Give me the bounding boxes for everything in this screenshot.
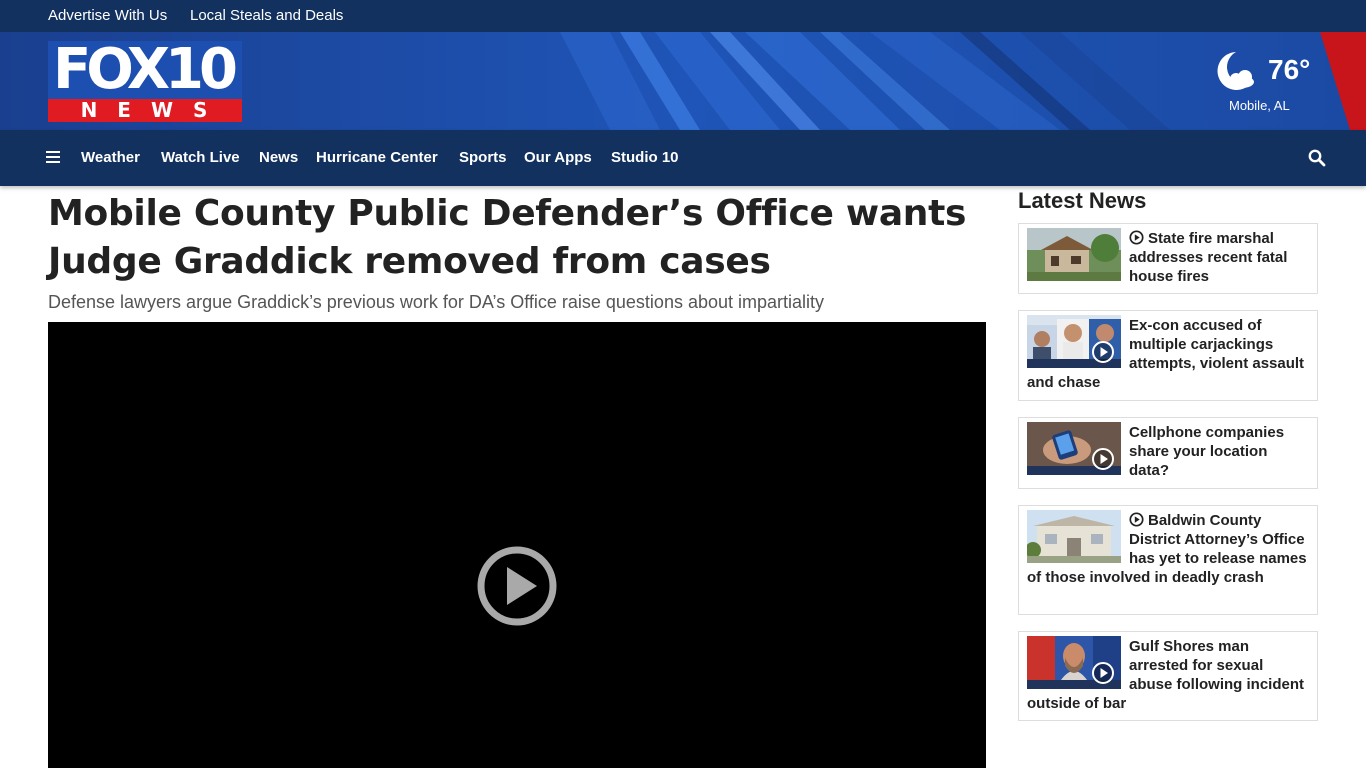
nav-our-apps[interactable]: Our Apps (524, 149, 592, 166)
hamburger-menu-icon[interactable] (46, 151, 60, 165)
nav-news[interactable]: News (259, 149, 298, 166)
logo-news-block: NEWS (48, 99, 242, 122)
utility-bar: Advertise With Us Local Steals and Deals (0, 0, 1366, 32)
news-card[interactable]: Baldwin County District Attorney’s Offic… (1018, 505, 1318, 615)
video-play-icon (1092, 341, 1114, 363)
main-nav: Weather Watch Live News Hurricane Center… (0, 130, 1366, 186)
weather-location: Mobile, AL (1229, 98, 1290, 113)
news-card[interactable]: Ex-con accused of multiple carjackings a… (1018, 310, 1318, 401)
news-thumbnail (1027, 228, 1121, 281)
video-play-icon (1092, 448, 1114, 470)
article-headline: Mobile County Public Defender’s Office w… (48, 193, 967, 282)
news-card[interactable]: Gulf Shores man arrested for sexual abus… (1018, 631, 1318, 721)
article-subhead: Defense lawyers argue Graddick’s previou… (48, 292, 825, 312)
news-thumbnail (1027, 315, 1121, 368)
fox10-logo[interactable]: FOX10 NEWS (48, 41, 242, 122)
play-circle-icon (1129, 230, 1144, 245)
nav-sports[interactable]: Sports (459, 149, 507, 166)
news-card-title[interactable]: Cellphone companies share your location … (1129, 424, 1284, 479)
nav-hurricane-center[interactable]: Hurricane Center (316, 149, 438, 166)
news-thumbnail (1027, 510, 1121, 563)
search-icon[interactable] (1308, 149, 1326, 167)
logo-fox10-text: FOX10 (53, 37, 238, 102)
news-thumbnail (1027, 636, 1121, 689)
news-thumbnail (1027, 422, 1121, 475)
advertise-link[interactable]: Advertise With Us (48, 7, 167, 24)
play-circle-icon (1129, 512, 1144, 527)
play-button-icon[interactable] (476, 545, 558, 627)
video-play-icon (1092, 662, 1114, 684)
nav-watch-live[interactable]: Watch Live (161, 149, 240, 166)
weather-widget[interactable]: 76° Mobile, AL (1208, 46, 1328, 118)
logo-news-text: NEWS (80, 98, 228, 122)
weather-temperature: 76° (1268, 54, 1311, 85)
nav-weather[interactable]: Weather (81, 149, 140, 166)
latest-news-title: Latest News (1018, 188, 1147, 213)
news-card-title[interactable]: State fire marshal addresses recent fata… (1129, 230, 1287, 285)
logo-fox10-block: FOX10 (48, 41, 242, 99)
nav-studio-10[interactable]: Studio 10 (611, 149, 679, 166)
news-card[interactable]: State fire marshal addresses recent fata… (1018, 223, 1318, 294)
local-deals-link[interactable]: Local Steals and Deals (190, 7, 343, 24)
moon-cloud-icon (1217, 52, 1254, 90)
video-player[interactable] (48, 322, 986, 768)
news-card[interactable]: Cellphone companies share your location … (1018, 417, 1318, 489)
